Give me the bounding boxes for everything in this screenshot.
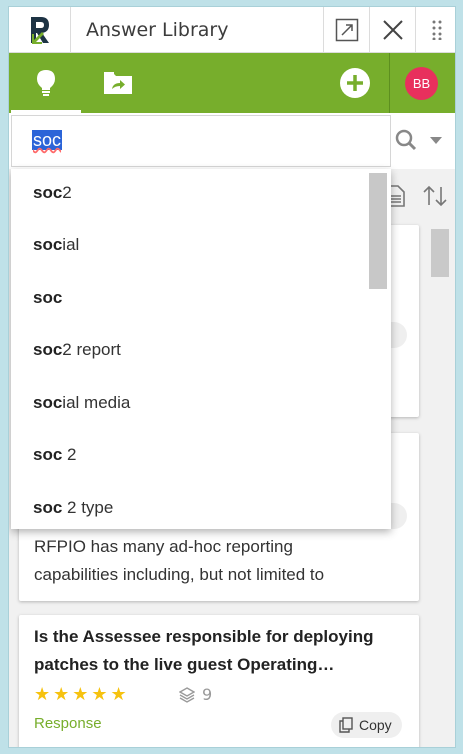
toolbar-divider <box>389 53 390 113</box>
grip-dots-icon <box>432 20 441 40</box>
drag-handle[interactable] <box>415 7 455 53</box>
answer-text-line: RFPIO has many ad-hoc reporting <box>34 537 293 556</box>
tab-answer-library[interactable] <box>11 53 81 113</box>
suggestion-item[interactable]: soc <box>33 288 62 308</box>
star-rating: ★★★★★ <box>34 684 130 705</box>
search-selected-text: soc <box>32 130 63 150</box>
answer-type-label: Response <box>34 715 102 732</box>
suggestion-item[interactable]: social <box>33 235 79 255</box>
list-scrollbar[interactable] <box>427 225 451 747</box>
search-input[interactable]: soc <box>11 115 391 167</box>
usage-count: 9 <box>179 685 212 704</box>
title-bar: Answer Library <box>9 7 455 53</box>
folder-share-icon <box>104 72 132 94</box>
search-suggestions-dropdown: soc2 social soc soc2 report social media… <box>11 169 391 529</box>
answer-library-panel: Answer Library BB soc RFPIO has many ad-… <box>8 6 456 748</box>
main-toolbar: BB <box>9 53 455 113</box>
copy-button[interactable]: Copy <box>331 712 402 738</box>
logo-icon <box>30 17 49 44</box>
suggestion-item[interactable]: soc 2 <box>33 445 76 465</box>
expand-icon <box>335 18 358 42</box>
plus-circle-icon <box>340 68 370 98</box>
list-scrollbar-thumb[interactable] <box>431 229 449 277</box>
close-icon <box>382 20 403 40</box>
user-avatar[interactable]: BB <box>405 67 438 100</box>
suggestion-item[interactable]: social media <box>33 393 130 413</box>
tab-shared-folder[interactable] <box>83 53 153 113</box>
suggestion-item[interactable]: soc2 report <box>33 340 121 360</box>
search-icon[interactable] <box>395 129 417 151</box>
add-button[interactable] <box>339 67 371 99</box>
suggestions-scrollbar[interactable] <box>367 173 387 525</box>
answer-question: Is the Assessee responsible for deployin… <box>34 627 374 674</box>
suggestion-item[interactable]: soc2 <box>33 183 72 203</box>
expand-button[interactable] <box>323 7 369 53</box>
copy-icon <box>339 717 353 733</box>
copy-button-label: Copy <box>359 717 392 733</box>
window-title: Answer Library <box>86 18 229 41</box>
close-button[interactable] <box>369 7 415 53</box>
usage-count-value: 9 <box>202 685 213 704</box>
rfpio-logo <box>9 7 71 53</box>
search-input-text: soc <box>32 130 63 154</box>
suggestions-scrollbar-thumb[interactable] <box>369 173 387 289</box>
suggestion-item[interactable]: soc 2 type <box>33 498 113 518</box>
answer-text-line: capabilities including, but not limited … <box>34 565 325 584</box>
search-row: soc <box>9 113 455 169</box>
layers-icon <box>179 686 195 703</box>
sort-icon[interactable] <box>423 185 447 207</box>
lightbulb-icon <box>37 70 55 96</box>
search-options-chevron-icon[interactable] <box>430 137 442 144</box>
answer-card[interactable]: Is the Assessee responsible for deployin… <box>19 615 419 747</box>
